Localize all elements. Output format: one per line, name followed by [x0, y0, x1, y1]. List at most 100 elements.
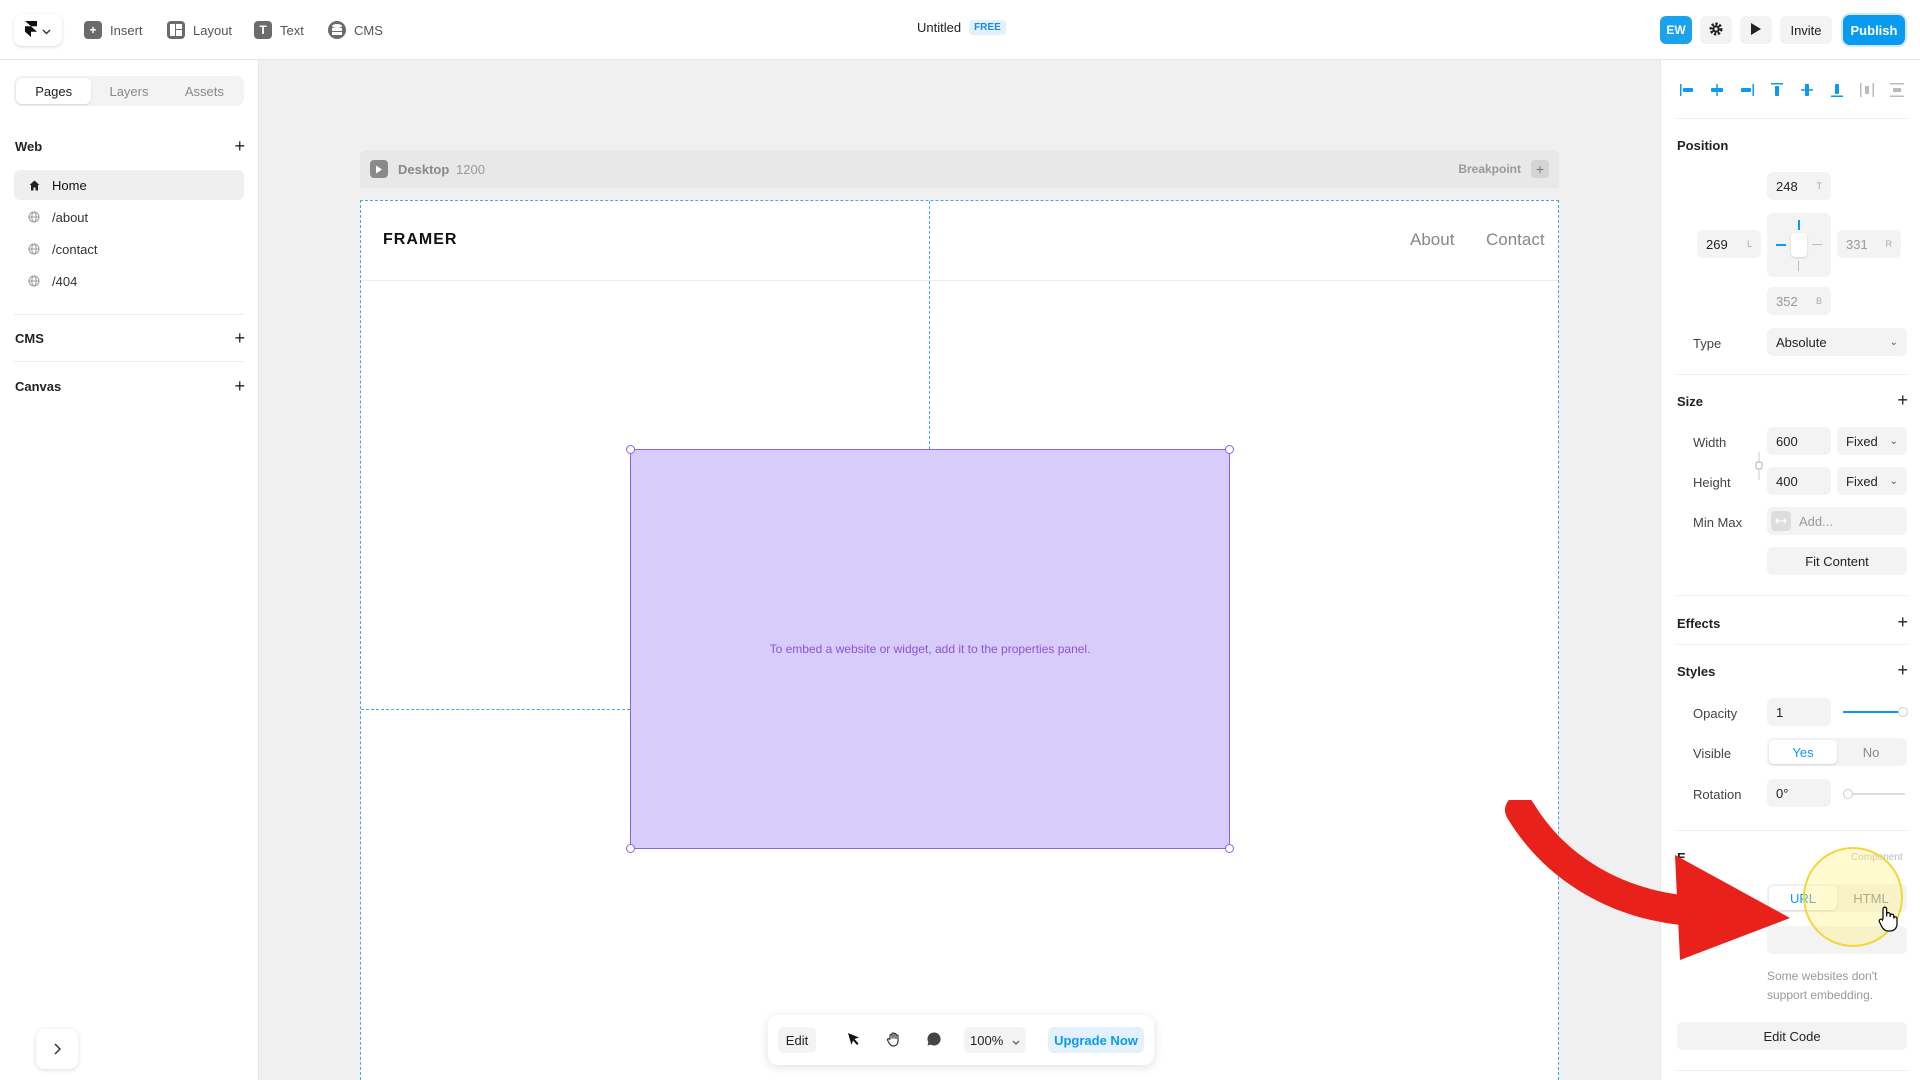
- layout-button[interactable]: Layout: [167, 18, 232, 42]
- page-item-label: Home: [52, 177, 87, 193]
- add-breakpoint-label[interactable]: Breakpoint: [1458, 162, 1521, 176]
- align-right-icon[interactable]: [1737, 80, 1757, 100]
- rotation-input[interactable]: 0°: [1767, 779, 1831, 807]
- resize-handle-bottom-left[interactable]: [626, 844, 635, 853]
- section-divider: [14, 361, 244, 362]
- align-top-icon[interactable]: [1767, 80, 1787, 100]
- minmax-input[interactable]: Add...: [1767, 507, 1907, 535]
- visible-no-option[interactable]: No: [1837, 740, 1905, 764]
- nav-link-contact[interactable]: Contact: [1486, 230, 1545, 250]
- position-left-input[interactable]: 269 L: [1697, 230, 1761, 258]
- visible-toggle: Yes No: [1767, 738, 1907, 766]
- site-brand[interactable]: FRAMER: [383, 231, 457, 249]
- page-item-home[interactable]: Home: [14, 170, 244, 200]
- height-input[interactable]: 400: [1767, 467, 1831, 495]
- breakpoint-bar: Desktop 1200 Breakpoint +: [360, 150, 1559, 188]
- tab-pages[interactable]: Pages: [16, 78, 92, 104]
- tab-layers[interactable]: Layers: [91, 78, 166, 104]
- preview-button[interactable]: [1740, 16, 1772, 44]
- width-input[interactable]: 600: [1767, 427, 1831, 455]
- pin-constraints-widget[interactable]: [1767, 213, 1831, 277]
- opacity-input[interactable]: 1: [1767, 698, 1831, 726]
- cms-button[interactable]: CMS: [328, 18, 383, 42]
- edit-mode-button[interactable]: Edit: [778, 1027, 816, 1053]
- align-left-icon[interactable]: [1677, 80, 1697, 100]
- width-value: 600: [1776, 433, 1798, 449]
- zoom-value: 100%: [970, 1032, 1004, 1048]
- upgrade-now-button[interactable]: Upgrade Now: [1048, 1027, 1144, 1053]
- embed-mode-url[interactable]: URL: [1769, 886, 1837, 910]
- position-type-label: Type: [1693, 336, 1722, 351]
- align-bottom-icon[interactable]: [1827, 80, 1847, 100]
- position-right-suffix: R: [1885, 239, 1893, 249]
- minmax-label: Min Max: [1693, 515, 1743, 530]
- embed-element[interactable]: To embed a website or widget, add it to …: [626, 445, 1234, 853]
- fit-content-button[interactable]: Fit Content: [1767, 547, 1907, 575]
- framer-logo-icon: [25, 20, 37, 40]
- globe-icon: [28, 243, 40, 255]
- add-collection-icon[interactable]: +: [234, 328, 245, 349]
- rotation-slider-handle[interactable]: [1843, 789, 1853, 799]
- breakpoint-label: Desktop: [398, 162, 450, 177]
- align-center-vertical-icon[interactable]: [1797, 80, 1817, 100]
- opacity-slider-fill: [1843, 711, 1901, 713]
- resize-handle-top-right[interactable]: [1225, 445, 1234, 454]
- expand-panel-button[interactable]: [36, 1029, 78, 1069]
- position-type-value: Absolute: [1776, 334, 1827, 350]
- globe-icon: [28, 275, 40, 287]
- width-mode-select[interactable]: Fixed ⌄: [1837, 427, 1907, 455]
- desktop-frame[interactable]: FRAMER About Contact To embed a website …: [360, 200, 1559, 1080]
- pin-top-indicator[interactable]: [1798, 220, 1800, 230]
- add-breakpoint-button[interactable]: +: [1531, 160, 1549, 178]
- position-type-select[interactable]: Absolute ⌄: [1767, 328, 1907, 356]
- cursor-icon: [846, 1031, 862, 1050]
- position-left-value: 269: [1706, 236, 1728, 252]
- chevron-down-icon: ⌄: [1889, 435, 1898, 447]
- zoom-select[interactable]: 100%: [964, 1027, 1026, 1053]
- insert-button[interactable]: + Insert: [84, 18, 143, 42]
- page-item-contact[interactable]: /contact: [14, 234, 244, 264]
- opacity-slider-handle[interactable]: [1898, 707, 1908, 717]
- distribute-vertical-icon[interactable]: [1887, 80, 1907, 100]
- comment-tool-button[interactable]: [922, 1028, 946, 1052]
- add-page-icon[interactable]: +: [234, 136, 245, 157]
- edit-code-button[interactable]: Edit Code: [1677, 1022, 1907, 1050]
- pin-bottom-indicator[interactable]: [1798, 261, 1799, 271]
- hand-icon: [886, 1031, 902, 1050]
- preview-breakpoint-button[interactable]: [370, 160, 388, 178]
- invite-button[interactable]: Invite: [1780, 16, 1832, 44]
- pin-left-indicator[interactable]: [1776, 244, 1786, 246]
- framer-menu-button[interactable]: [14, 14, 62, 46]
- project-title[interactable]: Untitled FREE: [917, 20, 1006, 35]
- section-divider: [1677, 118, 1907, 119]
- select-tool-button[interactable]: [842, 1028, 866, 1052]
- height-mode-select[interactable]: Fixed ⌄: [1837, 467, 1907, 495]
- add-size-icon[interactable]: +: [1897, 390, 1908, 411]
- minmax-placeholder: Add...: [1799, 513, 1833, 529]
- site-navbar[interactable]: FRAMER About Contact: [361, 201, 1558, 281]
- add-effect-icon[interactable]: +: [1897, 612, 1908, 633]
- add-style-icon[interactable]: +: [1897, 660, 1908, 681]
- resize-handle-top-left[interactable]: [626, 445, 635, 454]
- nav-link-about[interactable]: About: [1410, 230, 1454, 250]
- tab-assets[interactable]: Assets: [167, 78, 242, 104]
- page-item-about[interactable]: /about: [14, 202, 244, 232]
- position-top-input[interactable]: 248 T: [1767, 172, 1831, 200]
- distribute-horizontal-icon[interactable]: [1857, 80, 1877, 100]
- text-button[interactable]: T Text: [254, 18, 304, 42]
- hand-tool-button[interactable]: [882, 1028, 906, 1052]
- resize-handle-bottom-right[interactable]: [1225, 844, 1234, 853]
- position-bottom-input[interactable]: 352 B: [1767, 287, 1831, 315]
- publish-button[interactable]: Publish: [1843, 15, 1905, 45]
- pin-right-indicator[interactable]: [1812, 244, 1822, 245]
- visible-yes-option[interactable]: Yes: [1769, 740, 1837, 764]
- add-canvas-icon[interactable]: +: [234, 376, 245, 397]
- canvas[interactable]: Desktop 1200 Breakpoint + FRAMER About C…: [260, 60, 1659, 1080]
- align-center-horizontal-icon[interactable]: [1707, 80, 1727, 100]
- settings-button[interactable]: [1700, 16, 1732, 44]
- page-item-404[interactable]: /404: [14, 266, 244, 296]
- user-avatar[interactable]: EW: [1660, 16, 1692, 44]
- position-right-input[interactable]: 331 R: [1837, 230, 1901, 258]
- height-label: Height: [1693, 475, 1731, 490]
- link-dimensions-icon[interactable]: [1754, 450, 1764, 485]
